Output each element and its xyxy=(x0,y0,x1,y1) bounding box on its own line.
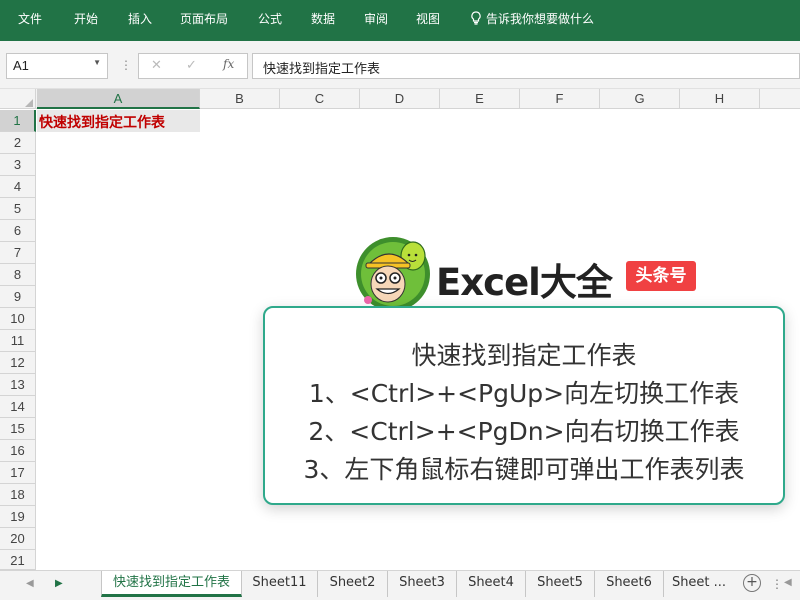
column-header-partial[interactable] xyxy=(760,89,800,109)
row-header-2[interactable]: 2 xyxy=(0,132,36,154)
name-box[interactable]: A1 ▼ xyxy=(6,53,108,79)
brand-title: Excel大全 xyxy=(436,261,613,304)
select-all-corner[interactable] xyxy=(0,89,36,109)
row-header-18[interactable]: 18 xyxy=(0,484,36,506)
cell-a1[interactable]: 快速找到指定工作表 xyxy=(37,110,200,132)
row-header-3[interactable]: 3 xyxy=(0,154,36,176)
row-header-6[interactable]: 6 xyxy=(0,220,36,242)
sheet-tab-active[interactable]: 快速找到指定工作表 xyxy=(101,571,242,597)
scroll-left-icon[interactable]: ◀ xyxy=(784,577,800,593)
insert-function-icon[interactable]: fx xyxy=(223,57,234,71)
formula-bar: A1 ▼ ⋮ ✕ ✓ fx 快速找到指定工作表 xyxy=(0,41,800,89)
row-header-10[interactable]: 10 xyxy=(0,308,36,330)
tell-me-text: 告诉我你想要做什么 xyxy=(486,12,595,26)
column-header-c[interactable]: C xyxy=(280,89,360,109)
tab-formulas[interactable]: 公式 xyxy=(258,10,282,27)
row-header-14[interactable]: 14 xyxy=(0,396,36,418)
brand-tag: 头条号 xyxy=(626,261,696,291)
tips-line-2: 2、<Ctrl>+<PgDn>向右切换工作表 xyxy=(308,417,740,446)
tab-home[interactable]: 开始 xyxy=(74,10,98,27)
row-header-12[interactable]: 12 xyxy=(0,352,36,374)
chevron-down-icon[interactable]: ▼ xyxy=(93,58,101,67)
tell-me-search[interactable]: 告诉我你想要做什么 xyxy=(470,10,594,27)
sheet-tab-sheet2[interactable]: Sheet2 xyxy=(318,571,388,597)
row-header-15[interactable]: 15 xyxy=(0,418,36,440)
enter-icon[interactable]: ✓ xyxy=(186,58,197,73)
row-header-16[interactable]: 16 xyxy=(0,440,36,462)
sheet-tabs-bar: ◀ ▶ 快速找到指定工作表 Sheet11 Sheet2 Sheet3 Shee… xyxy=(0,570,800,600)
row-header-8[interactable]: 8 xyxy=(0,264,36,286)
column-header-f[interactable]: F xyxy=(520,89,600,109)
lightbulb-icon xyxy=(471,11,481,25)
tab-review[interactable]: 审阅 xyxy=(364,10,388,27)
column-headers: A B C D E F G H xyxy=(0,89,800,109)
row-header-21[interactable]: 21 xyxy=(0,550,36,570)
column-header-g[interactable]: G xyxy=(600,89,680,109)
row-header-19[interactable]: 19 xyxy=(0,506,36,528)
column-header-e[interactable]: E xyxy=(440,89,520,109)
tab-data[interactable]: 数据 xyxy=(311,10,335,27)
row-header-17[interactable]: 17 xyxy=(0,462,36,484)
row-header-11[interactable]: 11 xyxy=(0,330,36,352)
row-header-20[interactable]: 20 xyxy=(0,528,36,550)
tips-title: 快速找到指定工作表 xyxy=(411,341,637,370)
column-header-d[interactable]: D xyxy=(360,89,440,109)
tab-insert[interactable]: 插入 xyxy=(128,10,152,27)
sheet-tab-sheet11[interactable]: Sheet11 xyxy=(242,571,318,597)
formula-bar-buttons: ✕ ✓ fx xyxy=(138,53,248,79)
tab-splitter-icon[interactable]: ⋮ xyxy=(771,577,783,591)
column-header-a[interactable]: A xyxy=(37,89,200,109)
tab-page-layout[interactable]: 页面布局 xyxy=(180,10,228,27)
row-header-5[interactable]: 5 xyxy=(0,198,36,220)
column-header-b[interactable]: B xyxy=(200,89,280,109)
formula-input[interactable]: 快速找到指定工作表 xyxy=(252,53,800,79)
ribbon: 文件 开始 插入 页面布局 公式 数据 审阅 视图 告诉我你想要做什么 xyxy=(0,0,800,41)
row-header-9[interactable]: 9 xyxy=(0,286,36,308)
avatar xyxy=(356,237,430,311)
prev-sheet-icon[interactable]: ◀ xyxy=(26,578,34,589)
row-header-7[interactable]: 7 xyxy=(0,242,36,264)
sheet-tab-sheet4[interactable]: Sheet4 xyxy=(457,571,526,597)
tab-view[interactable]: 视图 xyxy=(416,10,440,27)
tips-line-3: 3、左下角鼠标右键即可弹出工作表列表 xyxy=(303,455,745,484)
column-header-h[interactable]: H xyxy=(680,89,760,109)
sheet-tab-more[interactable]: Sheet ... xyxy=(664,571,734,597)
add-sheet-icon[interactable]: + xyxy=(743,574,761,592)
sheet-tab-sheet5[interactable]: Sheet5 xyxy=(526,571,595,597)
sheet-tab-sheet3[interactable]: Sheet3 xyxy=(388,571,457,597)
row-header-4[interactable]: 4 xyxy=(0,176,36,198)
next-sheet-icon[interactable]: ▶ xyxy=(55,578,63,589)
row-header-13[interactable]: 13 xyxy=(0,374,36,396)
row-header-1[interactable]: 1 xyxy=(0,110,36,132)
tab-file[interactable]: 文件 xyxy=(18,10,42,27)
sheet-tab-sheet6[interactable]: Sheet6 xyxy=(595,571,664,597)
tips-box: 快速找到指定工作表 1、<Ctrl>+<PgUp>向左切换工作表 2、<Ctrl… xyxy=(263,306,785,505)
tips-line-1: 1、<Ctrl>+<PgUp>向左切换工作表 xyxy=(308,379,740,408)
name-box-value: A1 xyxy=(13,58,29,73)
cancel-icon[interactable]: ✕ xyxy=(151,58,162,73)
formula-bar-grip[interactable]: ⋮ xyxy=(120,58,132,72)
